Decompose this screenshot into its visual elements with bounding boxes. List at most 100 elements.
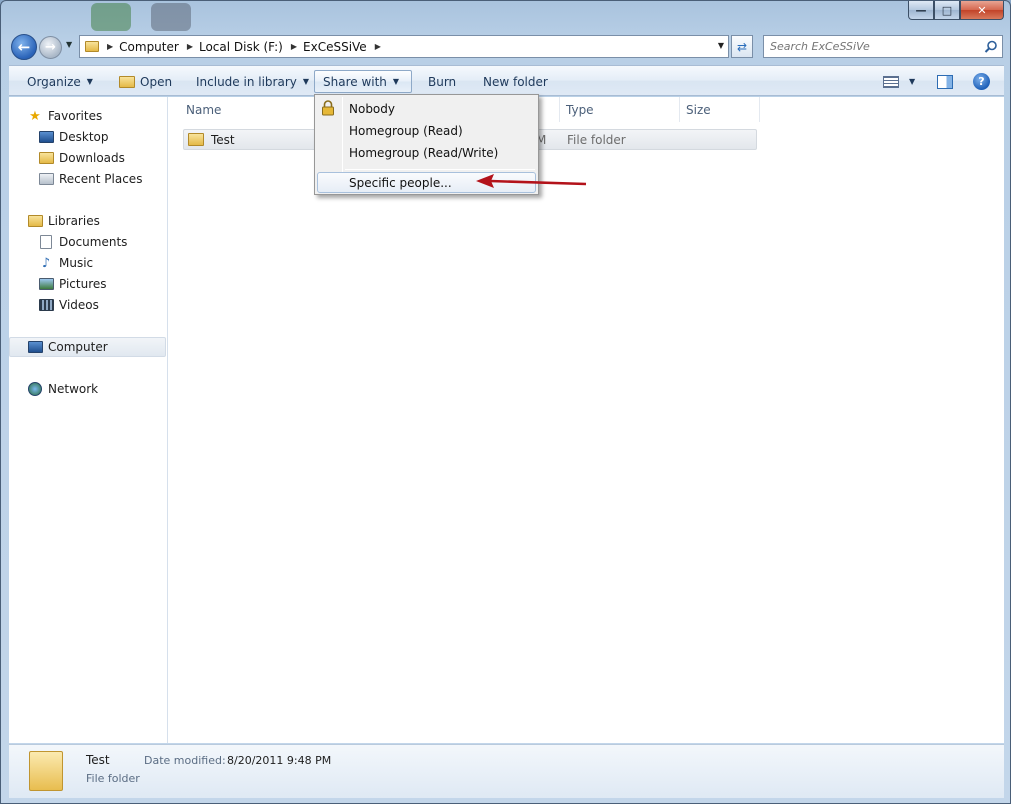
desktop-icon — [38, 130, 54, 145]
sidebar-item-label: Computer — [48, 340, 108, 354]
breadcrumb-computer[interactable]: Computer — [119, 40, 179, 54]
sidebar-item-downloads[interactable]: Downloads — [9, 148, 166, 168]
folder-icon — [85, 41, 99, 52]
background-icon — [151, 3, 191, 31]
sidebar-item-computer[interactable]: Computer — [9, 337, 166, 357]
sidebar-item-network[interactable]: Network — [9, 379, 166, 399]
sidebar-item-label: Videos — [59, 298, 99, 312]
menu-separator — [345, 169, 535, 170]
file-list[interactable]: Name ▲ Type Size Test M File folder — [169, 95, 1004, 743]
preview-pane-icon — [937, 74, 953, 89]
column-header-size[interactable]: Size — [680, 97, 760, 122]
sidebar-item-desktop[interactable]: Desktop — [9, 127, 166, 147]
sidebar-item-recent-places[interactable]: Recent Places — [9, 169, 166, 189]
libraries-icon — [27, 214, 43, 229]
minimize-button[interactable]: — — [908, 1, 934, 20]
refresh-icon: ⇄ — [736, 39, 748, 54]
sidebar-item-label: Pictures — [59, 277, 107, 291]
menu-item-nobody[interactable]: Nobody — [317, 98, 536, 119]
star-icon: ★ — [29, 108, 41, 124]
sidebar-item-documents[interactable]: Documents — [9, 232, 166, 252]
sidebar-item-label: Network — [48, 382, 99, 396]
menu-item-homegroup-read[interactable]: Homegroup (Read) — [317, 120, 536, 141]
caption-buttons: — □ ✕ — [908, 1, 1004, 20]
recent-places-icon — [38, 172, 54, 187]
burn-label: Burn — [428, 74, 457, 89]
chevron-down-icon: ▼ — [86, 77, 93, 86]
sidebar-item-label: Libraries — [48, 214, 100, 228]
back-button[interactable]: ← — [11, 34, 37, 60]
change-view-button[interactable]: ▼ — [875, 70, 923, 93]
details-pane: Test Date modified: 8/20/2011 9:48 PM Fi… — [9, 744, 1004, 798]
new-folder-button[interactable]: New folder — [475, 70, 556, 93]
music-icon: ♪ — [41, 255, 51, 271]
include-in-library-label: Include in library — [196, 74, 297, 89]
sidebar-item-favorites[interactable]: ★ Favorites — [9, 106, 166, 126]
sidebar-item-label: Recent Places — [59, 172, 143, 186]
details-date-label: Date modified: — [144, 754, 226, 767]
burn-button[interactable]: Burn — [420, 70, 464, 93]
pictures-icon — [38, 277, 54, 292]
chevron-down-icon: ▼ — [302, 77, 310, 86]
downloads-folder-icon — [38, 151, 54, 166]
sidebar-item-label: Documents — [59, 235, 128, 249]
column-header-label: Size — [686, 102, 711, 117]
file-type: File folder — [567, 132, 626, 147]
folder-icon — [29, 751, 63, 791]
chevron-right-icon[interactable]: ▶ — [291, 42, 297, 51]
help-button[interactable]: ? — [965, 70, 998, 93]
folder-icon — [188, 133, 204, 146]
title-bar-background — [91, 3, 191, 31]
breadcrumb-excessive[interactable]: ExCeSSiVe — [303, 40, 367, 54]
column-header-label: Type — [566, 102, 594, 117]
sidebar-item-libraries[interactable]: Libraries — [9, 211, 166, 231]
recent-pages-dropdown[interactable]: ▼ — [66, 40, 72, 49]
view-details-icon — [883, 75, 899, 88]
file-name: Test — [211, 132, 235, 147]
chevron-right-icon[interactable]: ▶ — [375, 42, 381, 51]
sidebar-item-pictures[interactable]: Pictures — [9, 274, 166, 294]
organize-label: Organize — [27, 74, 81, 89]
navigation-pane[interactable]: ★ Favorites Desktop Downloads Recent Pla… — [9, 97, 168, 743]
sidebar-item-label: Music — [59, 256, 94, 270]
documents-icon — [38, 235, 54, 250]
address-bar[interactable]: ▶ Computer ▶ Local Disk (F:) ▶ ExCeSSiVe… — [79, 35, 729, 58]
chevron-down-icon: ▼ — [909, 77, 916, 86]
search-icon[interactable] — [980, 40, 1002, 54]
annotation-arrow-icon — [476, 174, 587, 188]
column-header-type[interactable]: Type — [560, 97, 680, 122]
sidebar-item-music[interactable]: ♪ Music — [9, 253, 166, 273]
open-button[interactable]: Open — [111, 70, 180, 93]
organize-button[interactable]: Organize ▼ — [19, 70, 101, 93]
refresh-button[interactable]: ⇄ — [731, 35, 753, 58]
chevron-right-icon[interactable]: ▶ — [187, 42, 193, 51]
chevron-down-icon: ▼ — [392, 77, 400, 86]
close-button[interactable]: ✕ — [960, 1, 1004, 20]
computer-icon — [27, 340, 43, 355]
breadcrumb-local-disk[interactable]: Local Disk (F:) — [199, 40, 283, 54]
share-with-label: Share with — [323, 74, 387, 89]
sidebar-item-label: Favorites — [48, 109, 103, 123]
navigation-row: ← → ▼ ▶ Computer ▶ Local Disk (F:) ▶ ExC… — [9, 34, 1004, 60]
column-header-label: Name — [186, 102, 222, 117]
network-icon — [27, 382, 43, 397]
sidebar-item-videos[interactable]: Videos — [9, 295, 166, 315]
details-date-value: 8/20/2011 9:48 PM — [227, 754, 332, 767]
menu-item-homegroup-read-write[interactable]: Homegroup (Read/Write) — [317, 142, 536, 163]
preview-pane-button[interactable] — [929, 70, 961, 93]
chevron-right-icon[interactable]: ▶ — [107, 42, 113, 51]
help-icon: ? — [973, 73, 990, 90]
details-item-name: Test — [86, 753, 110, 767]
forward-button[interactable]: → — [39, 36, 62, 59]
details-item-type: File folder — [86, 772, 140, 785]
open-folder-icon — [119, 75, 135, 88]
include-in-library-button[interactable]: Include in library ▼ — [188, 70, 317, 93]
open-label: Open — [140, 74, 173, 89]
search-input[interactable] — [764, 40, 980, 53]
new-folder-label: New folder — [483, 74, 548, 89]
share-with-button[interactable]: Share with ▼ — [314, 70, 412, 93]
address-history-dropdown[interactable]: ▼ — [718, 41, 724, 50]
sidebar-item-label: Desktop — [59, 130, 109, 144]
maximize-button[interactable]: □ — [934, 1, 960, 20]
search-box — [763, 35, 1003, 58]
